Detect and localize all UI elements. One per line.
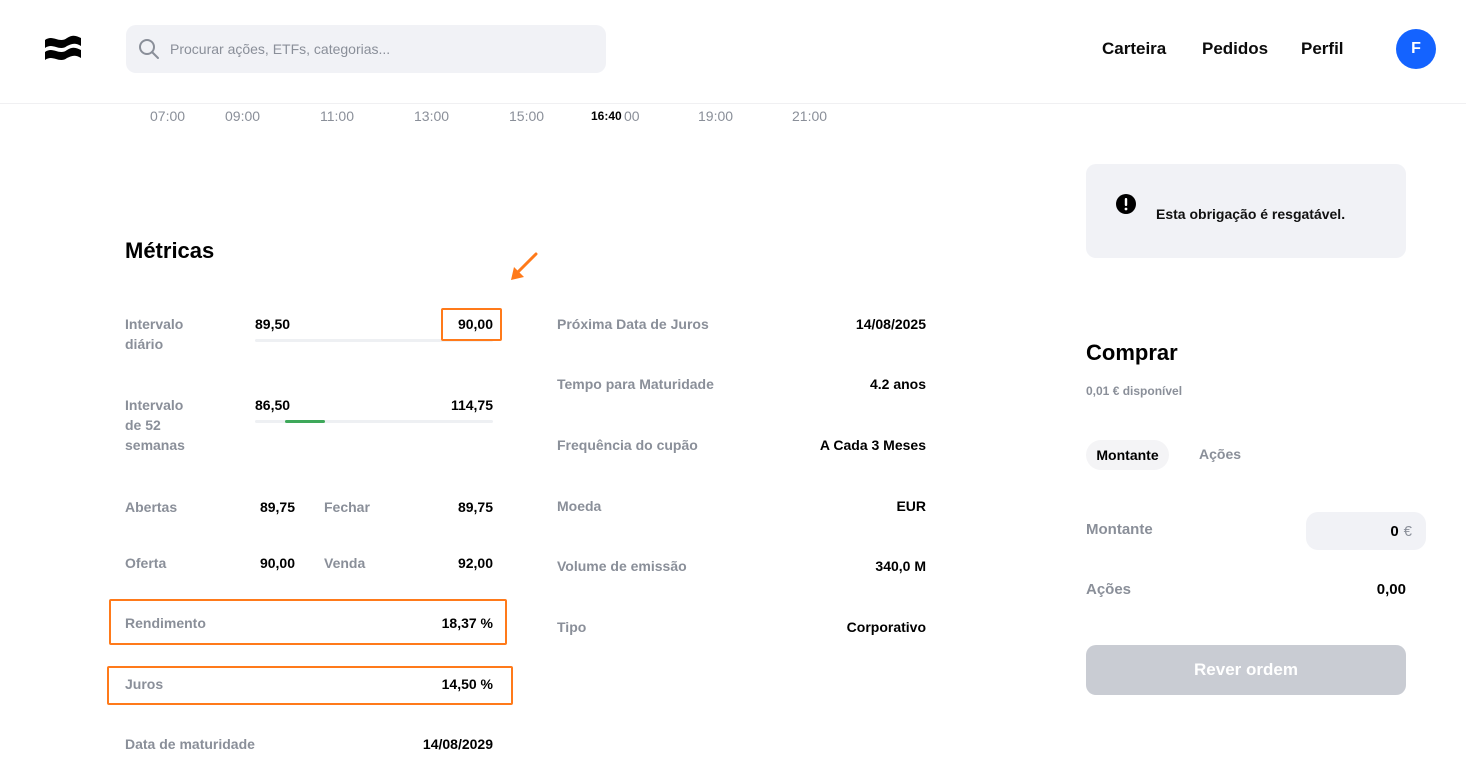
nav-perfil[interactable]: Perfil bbox=[1301, 39, 1344, 59]
metrics-title: Métricas bbox=[125, 238, 215, 263]
daily-range-low: 89,50 bbox=[255, 316, 291, 332]
week52-range-fill bbox=[285, 420, 325, 423]
tab-montante[interactable]: Montante bbox=[1086, 440, 1169, 470]
issue-volume-label: Volume de emissão bbox=[557, 558, 687, 574]
search-icon bbox=[139, 39, 159, 59]
nav-pedidos[interactable]: Pedidos bbox=[1202, 39, 1268, 59]
bid-label: Oferta bbox=[125, 555, 167, 571]
currency-value: EUR bbox=[896, 498, 926, 514]
available-balance: 0,01 € disponível bbox=[1086, 384, 1183, 398]
close-value: 89,75 bbox=[457, 499, 493, 515]
currency-symbol: € bbox=[1403, 522, 1412, 540]
open-label: Abertas bbox=[125, 499, 178, 515]
highlight-box-yield bbox=[109, 599, 507, 645]
time-tick: 09:00 bbox=[225, 108, 261, 124]
exclamation-icon bbox=[1116, 194, 1136, 214]
shares-value: 0,00 bbox=[1376, 581, 1406, 598]
time-to-maturity-label: Tempo para Maturidade bbox=[557, 376, 714, 392]
type-value: Corporativo bbox=[846, 619, 926, 635]
next-interest-date-label: Próxima Data de Juros bbox=[557, 316, 709, 332]
amount-input[interactable]: 0 € bbox=[1306, 512, 1426, 550]
time-tick: 11:00 bbox=[320, 108, 354, 124]
review-order-button[interactable]: Rever ordem bbox=[1086, 645, 1406, 695]
bid-value: 90,00 bbox=[259, 555, 295, 571]
amount-value: 0 bbox=[1390, 522, 1399, 540]
week52-range-label: Intervalo de 52 semanas bbox=[125, 397, 185, 453]
alert-text: Esta obrigação é resgatável. bbox=[1156, 206, 1346, 222]
maturity-label: Data de maturidade bbox=[125, 736, 255, 752]
time-to-maturity-value: 4.2 anos bbox=[869, 376, 926, 392]
highlight-box-daily-high bbox=[441, 308, 502, 341]
currency-label: Moeda bbox=[557, 498, 602, 514]
week52-range-high: 114,75 bbox=[450, 397, 493, 413]
amount-label: Montante bbox=[1086, 521, 1153, 538]
time-tick: 19:00 bbox=[698, 108, 734, 124]
logo-icon[interactable] bbox=[45, 34, 81, 64]
ask-value: 92,00 bbox=[457, 555, 493, 571]
daily-range-label: Intervalo diário bbox=[125, 316, 184, 352]
coupon-frequency-label: Frequência do cupão bbox=[557, 437, 698, 453]
close-label: Fechar bbox=[324, 499, 370, 515]
type-label: Tipo bbox=[557, 619, 587, 635]
buy-title: Comprar bbox=[1086, 340, 1178, 365]
next-interest-date-value: 14/08/2025 bbox=[855, 316, 926, 332]
tab-acoes[interactable]: Ações bbox=[1199, 446, 1241, 462]
top-header: Carteira Pedidos Perfil F bbox=[0, 0, 1466, 104]
annotation-arrow-icon bbox=[511, 252, 538, 280]
callable-alert: Esta obrigação é resgatável. bbox=[1086, 164, 1406, 258]
ask-label: Venda bbox=[324, 555, 366, 571]
open-value: 89,75 bbox=[259, 499, 295, 515]
time-tick: 07:00 bbox=[150, 108, 186, 124]
search-input[interactable] bbox=[170, 25, 590, 73]
highlight-box-interest bbox=[107, 666, 513, 705]
nav-carteira[interactable]: Carteira bbox=[1102, 39, 1166, 59]
maturity-value: 14/08/2029 bbox=[422, 736, 493, 752]
time-tick-hidden: 00 bbox=[624, 108, 640, 124]
search-bar[interactable] bbox=[126, 25, 606, 73]
time-tick: 13:00 bbox=[414, 108, 450, 124]
current-time-marker: 16:40 bbox=[589, 109, 624, 123]
avatar[interactable]: F bbox=[1396, 29, 1436, 69]
issue-volume-value: 340,0 M bbox=[875, 558, 926, 574]
time-tick: 15:00 bbox=[509, 108, 545, 124]
week52-range-low: 86,50 bbox=[255, 397, 291, 413]
coupon-frequency-value: A Cada 3 Meses bbox=[819, 437, 926, 453]
shares-label: Ações bbox=[1086, 581, 1132, 598]
time-tick: 21:00 bbox=[792, 108, 828, 124]
